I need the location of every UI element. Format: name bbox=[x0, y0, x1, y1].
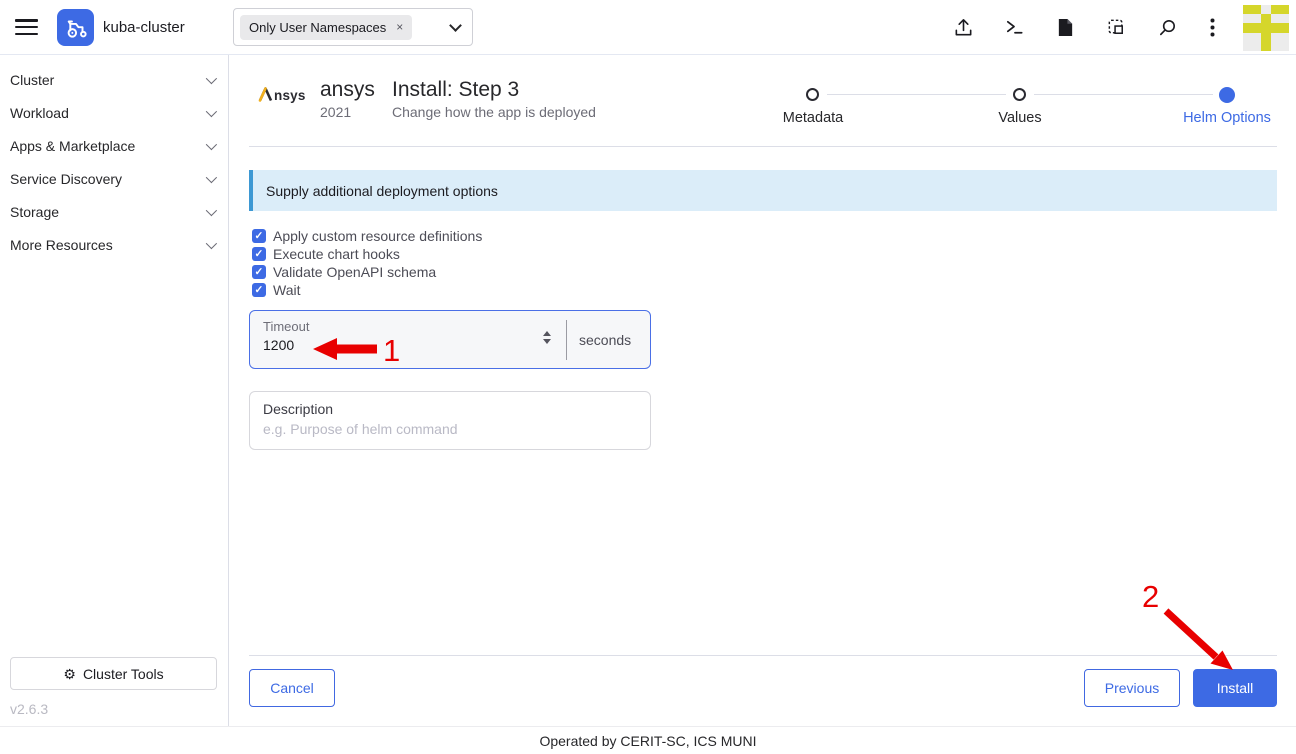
stepper-connector bbox=[827, 94, 1006, 95]
checkbox-execute-hooks[interactable]: Execute chart hooks bbox=[252, 245, 482, 263]
top-bar: kuba-cluster Only User Namespaces × bbox=[0, 0, 1296, 55]
app-name: ansys bbox=[320, 78, 375, 102]
previous-button[interactable]: Previous bbox=[1084, 669, 1180, 707]
header-divider bbox=[249, 146, 1277, 147]
step-values-dot[interactable] bbox=[1013, 88, 1026, 101]
user-avatar[interactable] bbox=[1243, 5, 1289, 51]
install-stepper: Metadata Values Helm Options bbox=[740, 80, 1296, 132]
kubectl-shell-icon[interactable] bbox=[1003, 17, 1025, 39]
cancel-button[interactable]: Cancel bbox=[249, 669, 335, 707]
sidebar-item-apps-marketplace[interactable]: Apps & Marketplace bbox=[0, 129, 228, 162]
step-metadata-dot[interactable] bbox=[806, 88, 819, 101]
checkbox-label: Execute chart hooks bbox=[273, 246, 400, 262]
step-helm-options-dot[interactable] bbox=[1219, 87, 1235, 103]
app-version: 2021 bbox=[320, 104, 351, 120]
header-toolbar bbox=[952, 0, 1223, 55]
sidebar-item-label: More Resources bbox=[10, 237, 113, 253]
chevron-down-icon bbox=[206, 171, 217, 182]
timeout-label: Timeout bbox=[263, 319, 309, 334]
kebab-menu-icon[interactable] bbox=[1201, 17, 1223, 39]
copy-kubeconfig-icon[interactable] bbox=[1105, 17, 1127, 39]
import-yaml-icon[interactable] bbox=[952, 17, 974, 39]
sidebar-item-label: Service Discovery bbox=[10, 171, 122, 187]
hamburger-menu-icon[interactable] bbox=[15, 19, 38, 36]
page: kuba-cluster Only User Namespaces × bbox=[0, 0, 1296, 754]
checkbox-label: Apply custom resource definitions bbox=[273, 228, 482, 244]
chevron-down-icon bbox=[206, 138, 217, 149]
checkbox-apply-crd[interactable]: Apply custom resource definitions bbox=[252, 227, 482, 245]
info-banner: Supply additional deployment options bbox=[249, 170, 1277, 211]
sidebar-item-workload[interactable]: Workload bbox=[0, 96, 228, 129]
description-input[interactable] bbox=[263, 421, 633, 437]
chevron-down-icon bbox=[206, 204, 217, 215]
gear-icon: ⚙ bbox=[63, 667, 76, 681]
page-footer: Operated by CERIT-SC, ICS MUNI bbox=[0, 726, 1296, 754]
description-label: Description bbox=[263, 401, 333, 417]
cluster-name: kuba-cluster bbox=[103, 0, 185, 55]
sidebar-item-label: Apps & Marketplace bbox=[10, 138, 135, 154]
sidebar-item-label: Cluster bbox=[10, 72, 54, 88]
ansys-app-logo: nsys bbox=[257, 86, 306, 103]
cluster-tools-button[interactable]: ⚙ Cluster Tools bbox=[10, 657, 217, 690]
checkbox-validate-openapi[interactable]: Validate OpenAPI schema bbox=[252, 263, 482, 281]
checkbox-checked-icon[interactable] bbox=[252, 247, 266, 261]
footer-divider bbox=[249, 655, 1277, 656]
ansys-triangle-icon bbox=[257, 86, 274, 103]
namespace-filter-tag[interactable]: Only User Namespaces × bbox=[240, 15, 412, 40]
kubeconfig-file-icon[interactable] bbox=[1054, 17, 1076, 39]
step-helm-options-label[interactable]: Helm Options bbox=[1157, 110, 1296, 126]
ansys-logo-text: nsys bbox=[274, 88, 306, 103]
namespace-filter-tag-label: Only User Namespaces bbox=[249, 20, 386, 35]
checkbox-label: Wait bbox=[273, 282, 300, 298]
checkbox-label: Validate OpenAPI schema bbox=[273, 264, 436, 280]
page-subtitle: Change how the app is deployed bbox=[392, 104, 596, 120]
timeout-input[interactable] bbox=[263, 337, 523, 353]
chevron-down-icon bbox=[206, 105, 217, 116]
main-content: nsys ansys 2021 Install: Step 3 Change h… bbox=[229, 55, 1296, 726]
search-icon[interactable] bbox=[1156, 17, 1178, 39]
annotation-arrow-2: 2 bbox=[1130, 575, 1250, 673]
footer-text: Operated by CERIT-SC, ICS MUNI bbox=[539, 733, 756, 749]
timeout-suffix: seconds bbox=[579, 311, 631, 368]
install-button[interactable]: Install bbox=[1193, 669, 1277, 707]
sidebar-item-more-resources[interactable]: More Resources bbox=[0, 228, 228, 261]
chevron-down-icon bbox=[206, 237, 217, 248]
stepper-connector bbox=[1034, 94, 1213, 95]
remove-tag-icon[interactable]: × bbox=[396, 20, 403, 34]
tractor-icon bbox=[63, 15, 89, 41]
rancher-cluster-logo[interactable] bbox=[57, 9, 94, 46]
sidebar-item-service-discovery[interactable]: Service Discovery bbox=[0, 162, 228, 195]
chevron-down-icon bbox=[449, 19, 462, 32]
description-field[interactable]: Description bbox=[249, 391, 651, 450]
sidebar-item-storage[interactable]: Storage bbox=[0, 195, 228, 228]
page-title: Install: Step 3 bbox=[392, 78, 519, 102]
deployment-options-group: Apply custom resource definitions Execut… bbox=[252, 227, 482, 299]
info-banner-text: Supply additional deployment options bbox=[266, 183, 498, 199]
cluster-tools-label: Cluster Tools bbox=[83, 666, 164, 682]
sidebar-item-label: Storage bbox=[10, 204, 59, 220]
checkbox-checked-icon[interactable] bbox=[252, 265, 266, 279]
timeout-field[interactable]: Timeout seconds bbox=[249, 310, 651, 369]
number-stepper-icon[interactable] bbox=[543, 331, 551, 344]
sidebar-item-label: Workload bbox=[10, 105, 69, 121]
namespace-filter-dropdown[interactable]: Only User Namespaces × bbox=[233, 8, 473, 46]
annotation-number-2: 2 bbox=[1142, 579, 1159, 614]
step-metadata-label[interactable]: Metadata bbox=[743, 110, 883, 126]
chevron-down-icon bbox=[206, 72, 217, 83]
sidebar-item-cluster[interactable]: Cluster bbox=[0, 63, 228, 96]
checkbox-checked-icon[interactable] bbox=[252, 229, 266, 243]
version-label: v2.6.3 bbox=[10, 701, 48, 717]
checkbox-wait[interactable]: Wait bbox=[252, 281, 482, 299]
step-values-label[interactable]: Values bbox=[950, 110, 1090, 126]
sidebar-nav: Cluster Workload Apps & Marketplace Serv… bbox=[0, 55, 229, 726]
suffix-divider bbox=[566, 320, 567, 360]
checkbox-checked-icon[interactable] bbox=[252, 283, 266, 297]
